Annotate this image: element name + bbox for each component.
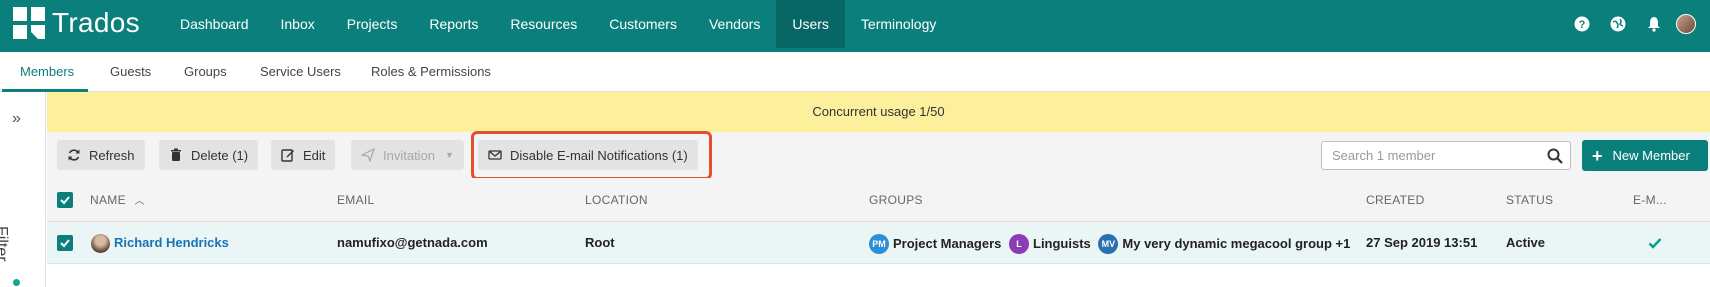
refresh-button[interactable]: Refresh: [57, 140, 145, 170]
member-name-link[interactable]: Richard Hendricks: [114, 222, 229, 264]
invitation-label: Invitation: [383, 147, 436, 163]
new-member-button[interactable]: + New Member: [1582, 140, 1708, 171]
chevron-down-icon: ▼: [445, 150, 454, 160]
checkmark-icon: [1648, 238, 1662, 249]
column-header-name[interactable]: NAME ︿: [90, 178, 145, 222]
column-header-groups[interactable]: GROUPS: [869, 178, 923, 222]
nav-reports[interactable]: Reports: [413, 0, 494, 48]
member-location: Root: [585, 235, 615, 250]
trash-icon: [171, 148, 181, 161]
nav-inbox[interactable]: Inbox: [265, 0, 331, 48]
filter-panel[interactable]: » Filter: [0, 92, 46, 287]
refresh-icon: [68, 149, 80, 161]
group-name: Project Managers: [893, 235, 1002, 251]
nav-terminology[interactable]: Terminology: [845, 0, 952, 48]
tab-groups[interactable]: Groups: [184, 52, 227, 92]
svg-text:?: ?: [1579, 19, 1586, 31]
top-navigation-bar: Trados Dashboard Inbox Projects Reports …: [0, 0, 1710, 52]
nav-customers[interactable]: Customers: [593, 0, 693, 48]
user-avatar[interactable]: [1676, 14, 1696, 34]
group-name: Linguists: [1033, 235, 1091, 251]
table-row[interactable]: Richard Hendricks namufixo@getnada.com R…: [47, 222, 1710, 264]
nav-projects[interactable]: Projects: [331, 0, 414, 48]
refresh-label: Refresh: [89, 147, 135, 163]
top-right-icons: ?: [1564, 0, 1710, 48]
filter-active-dot: [13, 279, 20, 286]
group-name: My very dynamic megacool group +1: [1122, 235, 1351, 251]
app-name: Trados: [52, 7, 140, 38]
sort-ascending-icon: ︿: [134, 196, 145, 207]
highlight-annotation: [471, 131, 712, 180]
filter-label: Filter: [0, 226, 10, 262]
expand-chevron-icon[interactable]: »: [12, 110, 21, 128]
concurrent-usage-banner: Concurrent usage 1/50: [47, 92, 1710, 132]
trados-logo[interactable]: Trados: [12, 5, 140, 41]
edit-label: Edit: [303, 147, 326, 163]
delete-label: Delete (1): [191, 147, 249, 163]
member-email: namufixo@getnada.com: [337, 235, 488, 250]
bell-icon[interactable]: [1636, 0, 1672, 48]
tab-roles-permissions[interactable]: Roles & Permissions: [371, 52, 491, 92]
tab-guests[interactable]: Guests: [110, 52, 151, 92]
edit-icon: [281, 149, 294, 162]
paper-plane-icon: [361, 148, 375, 162]
nav-users[interactable]: Users: [776, 0, 845, 48]
column-header-email-notifications[interactable]: E-M...: [1633, 178, 1667, 222]
help-icon[interactable]: ?: [1564, 0, 1600, 48]
column-header-email[interactable]: EMAIL: [337, 178, 375, 222]
new-member-label: New Member: [1612, 148, 1690, 163]
trados-logo-icon: [13, 7, 45, 39]
tab-service-users[interactable]: Service Users: [260, 52, 341, 92]
table-header: NAME ︿ EMAIL LOCATION GROUPS CREATED STA…: [47, 178, 1710, 222]
main-nav: Dashboard Inbox Projects Reports Resourc…: [164, 0, 952, 48]
edit-button[interactable]: Edit: [271, 140, 336, 170]
delete-button[interactable]: Delete (1): [159, 140, 259, 170]
search-input[interactable]: [1322, 142, 1532, 169]
group-badge-l: L: [1009, 233, 1029, 254]
nav-resources[interactable]: Resources: [494, 0, 593, 48]
globe-icon[interactable]: [1600, 0, 1636, 48]
nav-dashboard[interactable]: Dashboard: [164, 0, 265, 48]
sub-tabs: Members Guests Groups Service Users Role…: [0, 52, 1710, 92]
column-header-created[interactable]: CREATED: [1366, 178, 1425, 222]
member-search[interactable]: [1321, 141, 1571, 170]
nav-vendors[interactable]: Vendors: [693, 0, 776, 48]
group-badge-mv: MV: [1098, 233, 1119, 254]
search-icon[interactable]: [1547, 148, 1563, 164]
plus-icon: +: [1592, 145, 1603, 166]
group-badge-pm: PM: [869, 233, 889, 254]
member-avatar: [91, 234, 110, 253]
member-created: 27 Sep 2019 13:51: [1366, 235, 1478, 250]
invitation-button[interactable]: Invitation ▼: [351, 140, 464, 170]
column-header-location[interactable]: LOCATION: [585, 178, 648, 222]
tab-members[interactable]: Members: [1, 52, 89, 92]
column-header-status[interactable]: STATUS: [1506, 178, 1553, 222]
member-status: Active: [1506, 235, 1546, 250]
select-all-checkbox[interactable]: [57, 192, 73, 208]
row-checkbox[interactable]: [57, 235, 73, 251]
member-groups: PM Project Managers L Linguists MV My very …: [869, 222, 1354, 264]
